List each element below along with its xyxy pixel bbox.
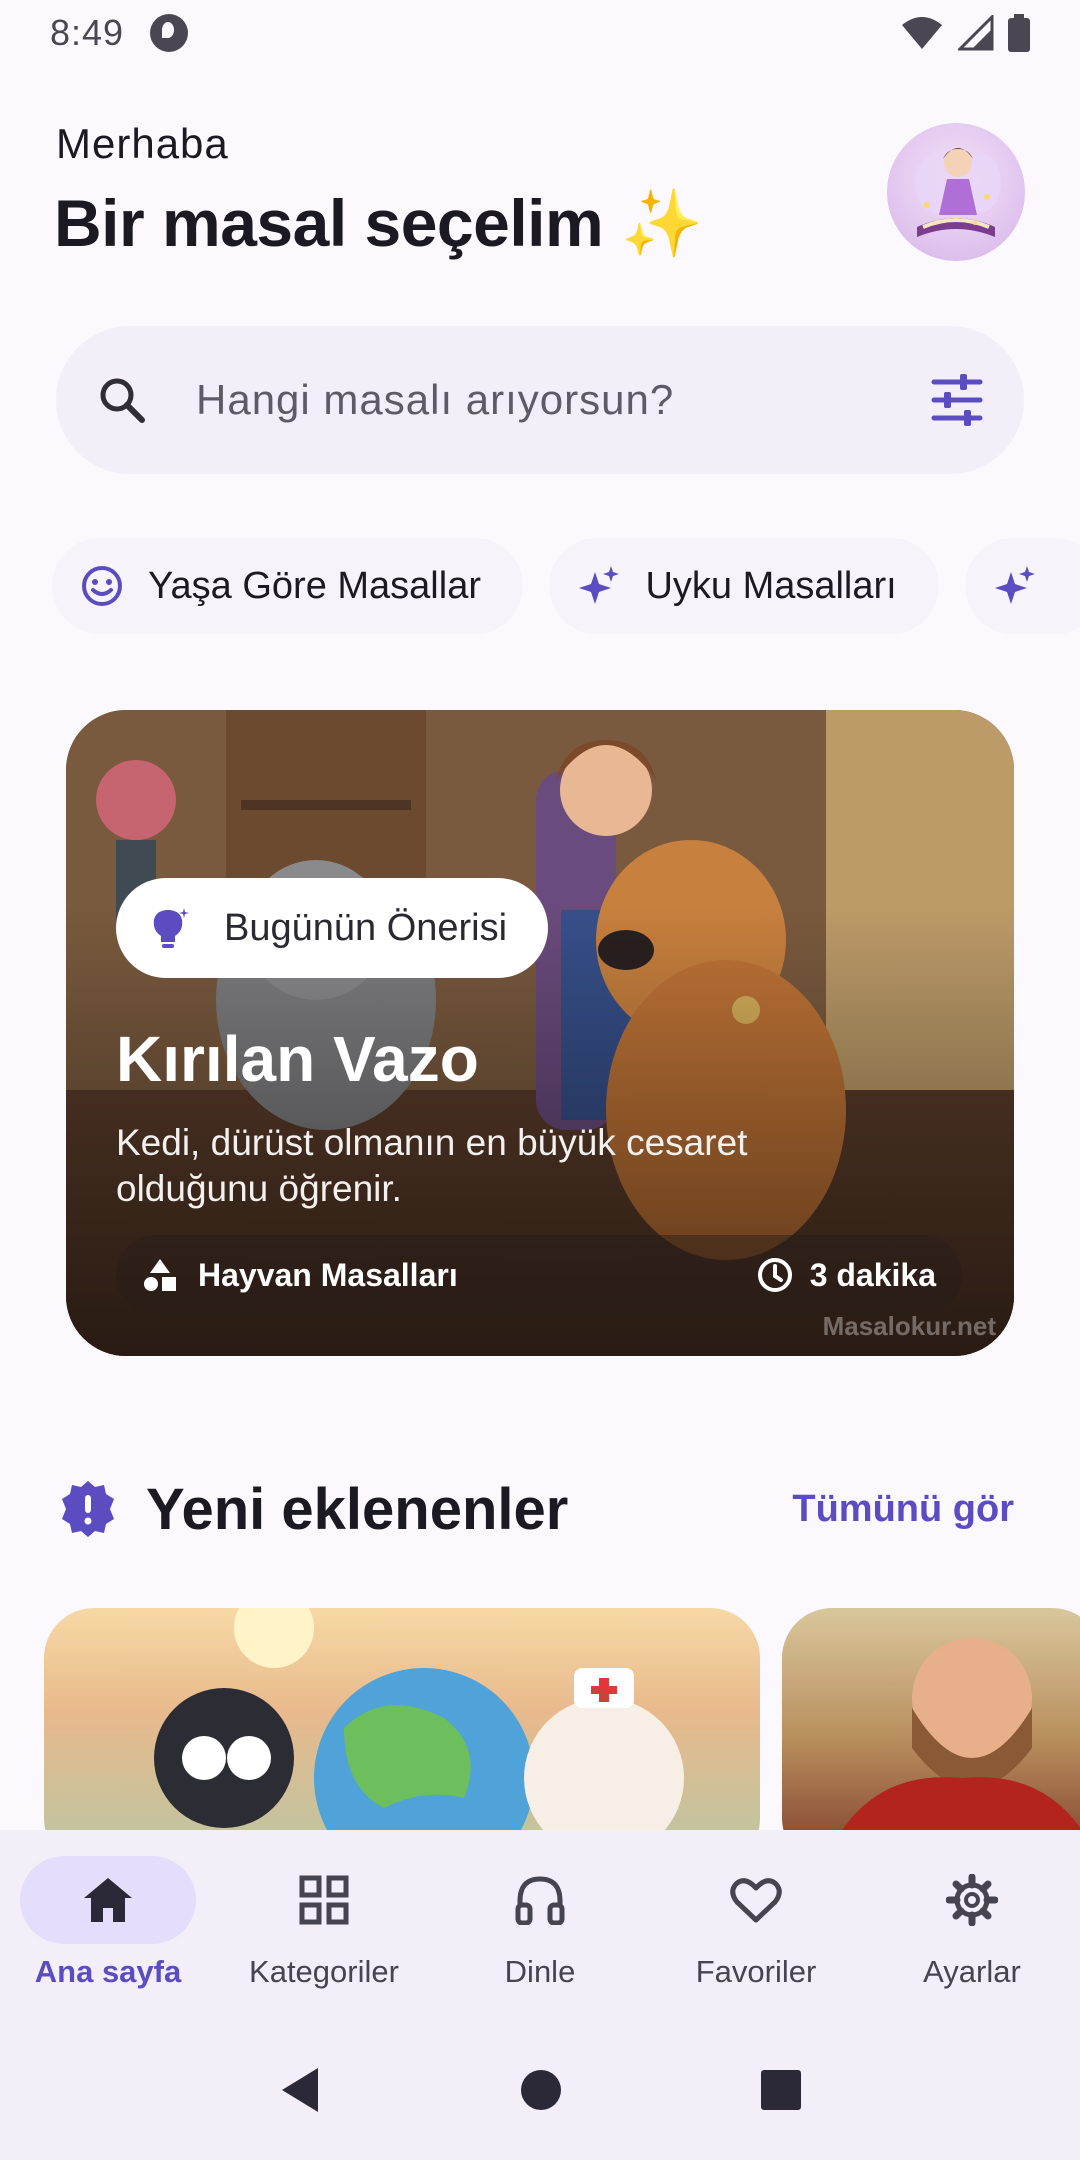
new-stories-row: [44, 1608, 1080, 1830]
greeting-text: Merhaba: [56, 120, 229, 167]
chip-uyku[interactable]: Uyku Masalları: [549, 538, 939, 634]
bottom-navigation: Ana sayfa Kategoriler Dinle Favoriler Ay…: [0, 1830, 1080, 2020]
nav-favorites[interactable]: Favoriler: [656, 1856, 856, 1990]
recents-icon[interactable]: [760, 2069, 802, 2111]
sparkles-icon: [579, 566, 620, 604]
nav-label: Favoriler: [695, 1954, 817, 1989]
page-title: Bir masal seçelim ✨: [54, 186, 703, 260]
chip-label: Uyku Masalları: [645, 564, 897, 607]
recommendation-badge: Bugünün Önerisi: [116, 878, 548, 978]
nav-label: Kategoriler: [249, 1954, 399, 1989]
smiley-face-icon: [82, 566, 122, 606]
clock-icon: [757, 1258, 792, 1292]
see-all-link[interactable]: Tümünü gör: [792, 1488, 1014, 1531]
featured-meta-bar: Hayvan Masalları 3 dakika: [116, 1235, 962, 1315]
chip-yasa-gore[interactable]: Yaşa Göre Masallar: [52, 538, 523, 634]
story-card[interactable]: [782, 1608, 1080, 1830]
filter-sliders-icon[interactable]: [930, 374, 984, 426]
featured-description: Kedi, dürüst olmanın en büyük cesaret ol…: [116, 1122, 748, 1209]
section-title: Yeni eklenenler: [146, 1476, 569, 1542]
badge-label: Bugünün Önerisi: [224, 906, 508, 949]
nav-label: Dinle: [504, 1954, 576, 1989]
avatar[interactable]: [887, 123, 1025, 261]
featured-category-label: Hayvan Masalları: [198, 1256, 458, 1293]
featured-duration-label: 3 dakika: [809, 1256, 936, 1293]
heart-icon: [730, 1878, 782, 1923]
nav-home[interactable]: Ana sayfa: [8, 1856, 208, 1990]
new-section-header: Yeni eklenenler Tümünü gör: [58, 1474, 1014, 1544]
signal-icon: [958, 15, 994, 51]
home-icon: [84, 1878, 132, 1922]
nav-settings[interactable]: Ayarlar: [872, 1856, 1072, 1990]
app-notification-icon: [150, 14, 189, 52]
category-chips: Yaşa Göre Masallar Uyku Masalları: [52, 538, 1080, 634]
search-input[interactable]: Hangi masalı arıyorsun?: [196, 376, 930, 424]
shapes-category-icon: [144, 1259, 176, 1291]
status-bar: 8:49: [0, 0, 1080, 66]
back-icon[interactable]: [278, 2066, 322, 2114]
battery-icon: [1008, 14, 1030, 52]
nav-categories[interactable]: Kategoriler: [224, 1856, 424, 1990]
featured-category: Hayvan Masalları: [142, 1257, 458, 1294]
headphones-icon: [515, 1876, 565, 1925]
status-time: 8:49: [50, 12, 125, 53]
system-navigation-bar: [0, 2020, 1080, 2160]
story-illustration: [842, 1638, 1080, 1830]
settings-gear-icon: [946, 1874, 998, 1926]
watermark: Masalokur.net: [822, 1311, 996, 1341]
home-circle-icon[interactable]: [519, 2068, 563, 2112]
lightbulb-icon: [153, 908, 189, 948]
nav-label: Ayarlar: [923, 1954, 1021, 1989]
chip-label: Yaşa Göre Masallar: [148, 564, 481, 607]
featured-title: Kırılan Vazo: [116, 1023, 479, 1095]
search-bar[interactable]: Hangi masalı arıyorsun?: [56, 326, 1024, 474]
grid-icon: [299, 1875, 349, 1925]
nav-listen[interactable]: Dinle: [440, 1856, 640, 1990]
featured-story-card[interactable]: Bugünün Önerisi Kırılan Vazo Kedi, dürüs…: [66, 710, 1014, 1356]
nav-label: Ana sayfa: [34, 1954, 182, 1989]
nav-active-indicator: [20, 1856, 196, 1944]
sparkles-icon: [995, 566, 1036, 604]
wifi-icon: [902, 17, 942, 49]
new-badge-icon: [62, 1481, 114, 1537]
search-icon: [100, 378, 145, 423]
story-card[interactable]: [44, 1608, 760, 1830]
featured-duration: 3 dakika: [756, 1256, 936, 1294]
story-illustration: [154, 1608, 684, 1830]
chip-more[interactable]: [965, 538, 1080, 634]
fairy-avatar-illustration: [915, 148, 1001, 237]
